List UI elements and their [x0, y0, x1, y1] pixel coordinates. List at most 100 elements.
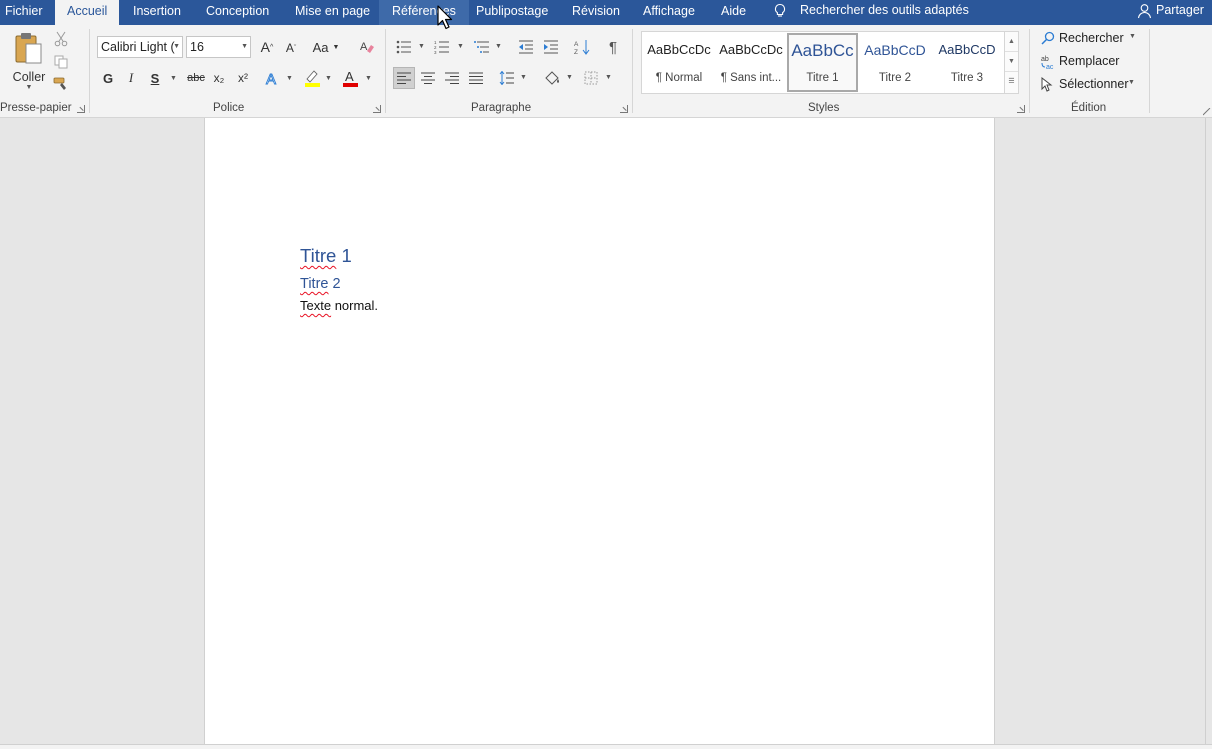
line-spacing-button[interactable]: [497, 68, 517, 88]
collapse-ribbon-icon[interactable]: [1202, 105, 1211, 116]
align-right-button[interactable]: [442, 68, 462, 88]
chevron-down-icon[interactable]: ▼: [418, 43, 425, 50]
subscript-icon: x₂: [213, 71, 225, 85]
styles-group-label: Styles: [808, 102, 840, 114]
document-canvas: Titre 1 Titre 2 Texte normal.: [0, 118, 1212, 749]
share-label: Partager: [1156, 3, 1204, 17]
style-name: ¶ Normal: [655, 72, 703, 84]
style-name: Titre 2: [878, 72, 912, 84]
sort-button[interactable]: AZ: [572, 37, 592, 57]
style-sample: AaBbCcD: [938, 42, 996, 57]
tab-fichier[interactable]: Fichier: [5, 0, 43, 25]
grow-font-button[interactable]: A ^: [258, 38, 276, 56]
spelling-error[interactable]: Titre: [300, 276, 328, 292]
tab-revision[interactable]: Révision: [572, 0, 620, 25]
tab-insertion[interactable]: Insertion: [133, 0, 181, 25]
shrink-font-button[interactable]: Aˇ: [282, 39, 300, 57]
spelling-error[interactable]: Texte: [300, 298, 331, 313]
show-formatting-button[interactable]: ¶: [603, 37, 623, 57]
spelling-error[interactable]: Titre: [300, 245, 336, 266]
bold-button[interactable]: G: [99, 69, 117, 87]
format-painter-button[interactable]: [52, 75, 70, 93]
clipboard-dialog-launcher-icon[interactable]: [77, 105, 85, 113]
font-name-combo[interactable]: Calibri Light ( ▼: [97, 36, 183, 58]
underline-button[interactable]: S: [146, 69, 164, 87]
style-name: ¶ Sans int...: [720, 72, 782, 84]
tab-affichage[interactable]: Affichage: [643, 0, 695, 25]
outdent-icon: [519, 40, 533, 54]
chevron-down-icon[interactable]: ▼: [566, 74, 573, 81]
tab-mise-en-page[interactable]: Mise en page: [295, 0, 370, 25]
tab-conception[interactable]: Conception: [206, 0, 269, 25]
tab-publipostage[interactable]: Publipostage: [476, 0, 548, 25]
vertical-scrollbar[interactable]: [1205, 118, 1212, 749]
font-color-icon: A: [342, 69, 358, 87]
style-normal[interactable]: AaBbCcDc ¶ Normal: [644, 34, 714, 91]
text-effects-button[interactable]: A: [264, 68, 282, 88]
clipboard-icon: [15, 32, 42, 63]
chevron-down-icon[interactable]: ▼: [605, 74, 612, 81]
justify-button[interactable]: [466, 68, 486, 88]
heading-2-paragraph[interactable]: Titre 2: [300, 276, 341, 292]
tab-references[interactable]: Références: [379, 0, 469, 25]
styles-dialog-launcher-icon[interactable]: [1017, 105, 1025, 113]
font-dialog-launcher-icon[interactable]: [373, 105, 381, 113]
chevron-down-icon[interactable]: ▼: [170, 75, 177, 82]
numbering-button[interactable]: 123: [432, 37, 452, 57]
change-case-button[interactable]: Aa ▼: [311, 38, 341, 56]
increase-indent-button[interactable]: [541, 37, 561, 57]
sort-az-icon: AZ: [574, 40, 590, 55]
group-separator: [89, 29, 90, 113]
decrease-indent-button[interactable]: [516, 37, 536, 57]
gallery-scroll-down-icon[interactable]: ▼: [1005, 52, 1018, 72]
group-separator: [1149, 29, 1150, 113]
shading-button[interactable]: [542, 68, 562, 88]
clear-formatting-button[interactable]: A: [357, 37, 377, 57]
chevron-down-icon[interactable]: ▼: [520, 74, 527, 81]
magnifier-icon: [1041, 31, 1055, 45]
copy-button[interactable]: [52, 53, 70, 71]
paste-dropdown-icon[interactable]: ▼: [26, 84, 33, 91]
bullets-button[interactable]: [394, 37, 414, 57]
style-titre-2[interactable]: AaBbCcD Titre 2: [860, 34, 930, 91]
chevron-down-icon: ▼: [1128, 79, 1135, 86]
paste-button[interactable]: Coller ▼: [12, 29, 46, 93]
style-titre-3[interactable]: AaBbCcD Titre 3: [932, 34, 1002, 91]
italic-button[interactable]: I: [122, 69, 140, 87]
paragraph-dialog-launcher-icon[interactable]: [620, 105, 628, 113]
paint-bucket-icon: [545, 71, 559, 85]
tab-aide[interactable]: Aide: [721, 0, 746, 25]
style-no-spacing[interactable]: AaBbCcDc ¶ Sans int...: [716, 34, 786, 91]
superscript-button[interactable]: x²: [234, 69, 252, 87]
tab-accueil[interactable]: Accueil: [55, 0, 120, 25]
strikethrough-button[interactable]: abc: [185, 69, 207, 87]
strikethrough-icon: abc: [187, 72, 205, 84]
gallery-more-icon[interactable]: ☰: [1005, 72, 1018, 92]
change-case-icon: Aa: [312, 39, 329, 55]
gallery-scroll-up-icon[interactable]: ▲: [1005, 32, 1018, 52]
paragraph-group-label: Paragraphe: [471, 102, 532, 114]
multilevel-list-icon: [474, 41, 489, 53]
normal-paragraph[interactable]: Texte normal.: [300, 298, 378, 313]
grow-font-icon: A: [260, 39, 271, 55]
style-titre-1[interactable]: AaBbCc Titre 1: [787, 33, 858, 92]
cut-button[interactable]: [52, 30, 70, 48]
svg-text:A: A: [574, 41, 579, 48]
chevron-down-icon[interactable]: ▼: [286, 75, 293, 82]
chevron-down-icon[interactable]: ▼: [325, 75, 332, 82]
align-left-button[interactable]: [393, 67, 415, 89]
chevron-down-icon[interactable]: ▼: [495, 43, 502, 50]
chevron-down-icon[interactable]: ▼: [365, 75, 372, 82]
highlight-button[interactable]: [303, 68, 321, 88]
font-size-combo[interactable]: 16 ▼: [186, 36, 251, 58]
font-color-button[interactable]: A: [341, 68, 359, 88]
chevron-down-icon[interactable]: ▼: [457, 43, 464, 50]
replace-icon: abac: [1041, 56, 1054, 70]
subscript-button[interactable]: x₂: [210, 69, 228, 87]
heading-1-paragraph[interactable]: Titre 1: [300, 245, 352, 267]
document-page[interactable]: Titre 1 Titre 2 Texte normal.: [204, 118, 995, 749]
multilevel-list-button[interactable]: [472, 37, 492, 57]
bullet-list-icon: [396, 40, 411, 54]
align-center-button[interactable]: [418, 68, 438, 88]
borders-button[interactable]: [581, 68, 601, 88]
